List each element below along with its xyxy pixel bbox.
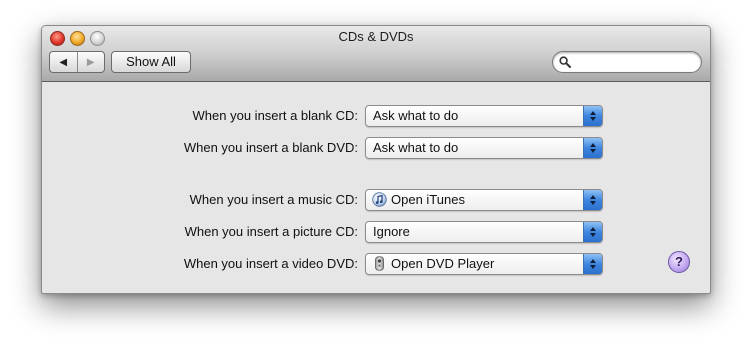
back-button[interactable]: ◀ [50, 52, 77, 72]
help-button[interactable]: ? [668, 251, 690, 273]
setting-row-blank-dvd: When you insert a blank DVD: Ask what to… [42, 137, 710, 159]
popup-arrows-icon [583, 222, 602, 242]
popup-arrows-icon [583, 106, 602, 126]
blank-cd-popup[interactable]: Ask what to do [365, 105, 603, 127]
popup-value: Ignore [373, 224, 410, 239]
setting-row-video-dvd: When you insert a video DVD: Open DVD Pl… [42, 253, 710, 275]
popup-arrows-icon [583, 190, 602, 210]
search-field[interactable] [552, 51, 702, 73]
show-all-button[interactable]: Show All [111, 51, 191, 73]
setting-row-music-cd: When you insert a music CD: Open iTunes [42, 189, 710, 211]
search-icon [559, 56, 571, 68]
popup-arrows-icon [583, 254, 602, 274]
picture-cd-popup[interactable]: Ignore [365, 221, 603, 243]
preferences-window: CDs & DVDs ◀ ▶ Show All When you insert … [41, 25, 711, 294]
forward-button[interactable]: ▶ [76, 52, 105, 72]
setting-label: When you insert a blank DVD: [183, 140, 358, 155]
popup-value: Open iTunes [391, 192, 465, 207]
window-title: CDs & DVDs [338, 29, 414, 44]
popup-value: Open DVD Player [391, 256, 495, 271]
setting-row-picture-cd: When you insert a picture CD: Ignore [42, 221, 710, 243]
dvd-player-icon [375, 256, 384, 271]
setting-label: When you insert a blank CD: [192, 108, 358, 123]
setting-label: When you insert a picture CD: [184, 224, 358, 239]
setting-label: When you insert a video DVD: [183, 256, 358, 271]
nav-segment: ◀ ▶ [49, 51, 105, 73]
itunes-icon [372, 192, 387, 207]
popup-arrows-icon [583, 138, 602, 158]
video-dvd-popup[interactable]: Open DVD Player [365, 253, 603, 275]
setting-row-blank-cd: When you insert a blank CD: Ask what to … [42, 105, 710, 127]
popup-value: Ask what to do [373, 140, 459, 155]
blank-dvd-popup[interactable]: Ask what to do [365, 137, 603, 159]
titlebar[interactable]: CDs & DVDs ◀ ▶ Show All [42, 26, 710, 82]
popup-value: Ask what to do [373, 108, 459, 123]
setting-label: When you insert a music CD: [189, 192, 358, 207]
music-cd-popup[interactable]: Open iTunes [365, 189, 603, 211]
